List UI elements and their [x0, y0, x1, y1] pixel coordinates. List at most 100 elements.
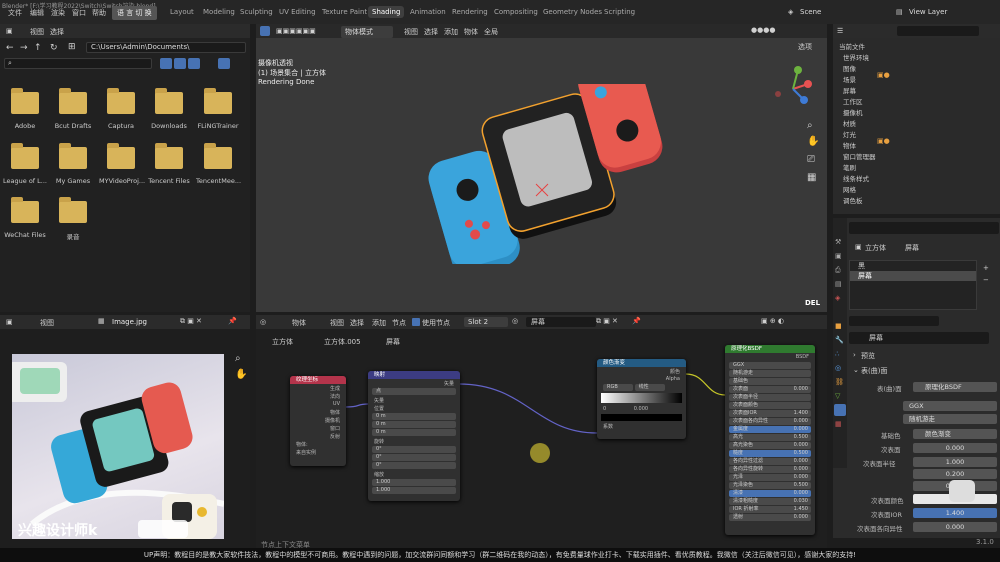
parent-dir-icon[interactable]: ↑	[34, 43, 42, 53]
bsdf-input-row[interactable]: 次表面 0.000	[729, 386, 811, 393]
back-arrow-icon[interactable]: ←	[6, 43, 14, 53]
vp-menu-add[interactable]: 添加	[444, 27, 458, 37]
node-input[interactable]: 矢量	[368, 396, 460, 404]
scene-name[interactable]: Scene	[800, 8, 821, 16]
outliner-item[interactable]: 物体	[843, 140, 856, 150]
location-x[interactable]: 0 m	[372, 413, 456, 420]
rotation-z[interactable]: 0°	[372, 462, 456, 469]
subsurface-method-dropdown[interactable]: 随机游走	[729, 370, 811, 377]
tab-scripting[interactable]: Scripting	[600, 6, 639, 18]
editor-type-icon[interactable]: ▣	[6, 318, 13, 326]
color-ramp-node[interactable]: 颜色渐变 颜色 Alpha RGB 线性 0 0.000 系数	[597, 359, 686, 439]
breadcrumb-material[interactable]: 屏幕	[905, 243, 919, 253]
outliner-item[interactable]: 工作区	[843, 96, 863, 106]
texture-coordinate-node[interactable]: 纹理坐标 生成 法向 UV 物体 摄像机 窗口 反射 物体: 来自实例	[290, 376, 346, 466]
bsdf-input-row[interactable]: 高光染色 0.000	[729, 442, 811, 449]
select-tool-icon[interactable]	[260, 26, 270, 36]
folder-item[interactable]: Tencent Files	[147, 143, 191, 185]
output-tab-icon[interactable]: ⎙	[835, 266, 841, 275]
principled-bsdf-node[interactable]: 原理化BSDF BSDF GGX 随机游走 基础色 次表面 0.000 次表面半径 次表…	[725, 345, 815, 535]
node-output[interactable]: 矢量	[368, 379, 460, 387]
filter-search-input[interactable]: ⌕	[4, 58, 152, 69]
outliner-item[interactable]: 场景	[843, 74, 856, 84]
data-tab-icon[interactable]: ▽	[835, 392, 840, 400]
modifier-tab-icon[interactable]: 🔧	[835, 336, 844, 344]
folder-item[interactable]: Bcut Drafts	[51, 88, 95, 130]
3d-viewport[interactable]: ▣▣▣▣▣▣ 物体模式 视图 选择 添加 物体 全局 ●●●● 选项 摄像机透视…	[256, 24, 827, 312]
node-output[interactable]: UV	[290, 400, 346, 408]
distribution-dropdown[interactable]: GGX	[729, 362, 811, 369]
language-switch-button[interactable]: 语 言 切 换	[112, 6, 157, 20]
outliner-root[interactable]: 当前文件	[839, 41, 865, 51]
tab-sculpting[interactable]: Sculpting	[236, 6, 277, 18]
tool-tab-icon[interactable]: ⚒	[835, 238, 841, 246]
node-output[interactable]: 颜色	[597, 367, 686, 375]
object-tab-icon[interactable]: ■	[835, 322, 842, 330]
mapping-node[interactable]: 映射 矢量 点 矢量 位置 0 m 0 m 0 m 旋转 0° 0° 0° 缩放…	[368, 371, 460, 501]
outliner-item[interactable]: 窗口管理器	[843, 151, 876, 161]
vp-menu-object[interactable]: 物体	[464, 27, 478, 37]
zoom-icon[interactable]: ⌕	[807, 120, 813, 131]
distribution-dropdown[interactable]: GGX	[903, 401, 997, 411]
tab-rendering[interactable]: Rendering	[448, 6, 492, 18]
folder-item[interactable]: FLiNGTrainer	[196, 88, 240, 130]
fb-menu-select[interactable]: 选择	[50, 27, 64, 37]
surface-section[interactable]: 表(曲)面	[861, 366, 887, 376]
rotation-y[interactable]: 0°	[372, 454, 456, 461]
outliner-item[interactable]: 屏幕	[843, 85, 856, 95]
folder-item[interactable]: MYVideoProj...	[99, 143, 145, 185]
thumbnail-view-icon[interactable]	[160, 58, 172, 69]
node-input[interactable]: 系数	[597, 422, 686, 430]
outliner-search-input[interactable]	[897, 26, 979, 36]
breadcrumb-object[interactable]: 立方体	[865, 243, 886, 253]
pin-icon[interactable]: 📌	[228, 317, 237, 325]
folder-item[interactable]: Captura	[99, 88, 143, 130]
tab-uv-editing[interactable]: UV Editing	[275, 6, 320, 18]
material-slot-selected[interactable]: 屏幕	[850, 271, 976, 281]
preview-chevron-icon[interactable]: ›	[853, 351, 856, 359]
slot-filter-input[interactable]	[849, 316, 939, 326]
bsdf-input-row[interactable]: 各向异性过滤 0.000	[729, 458, 811, 465]
surface-chevron-icon[interactable]: ⌄	[853, 366, 859, 374]
menu-window[interactable]: 窗口	[72, 8, 86, 18]
color-mode-dropdown[interactable]: RGB	[603, 384, 633, 391]
subsurface-radius-x[interactable]: 1.000	[913, 457, 997, 467]
image-actions-icons[interactable]: ⧉ ▣ ✕	[180, 317, 202, 326]
outliner-item[interactable]: 图像	[843, 63, 856, 73]
menu-help[interactable]: 帮助	[92, 8, 106, 18]
material-slot[interactable]: 黑	[850, 261, 976, 271]
bsdf-input-row[interactable]: 次表面IOR 1.400	[729, 410, 811, 417]
ie-menu-view[interactable]: 视图	[40, 318, 54, 328]
interpolation-dropdown[interactable]: 线性	[634, 384, 665, 391]
folder-item[interactable]: Adobe	[3, 88, 47, 130]
folder-item[interactable]: Downloads	[147, 88, 191, 130]
scale-y[interactable]: 1.000	[372, 487, 456, 494]
zoom-icon[interactable]: ⌕	[235, 353, 241, 364]
folder-item[interactable]: League of L...	[3, 143, 47, 185]
stop-position[interactable]: 0.000	[634, 406, 648, 412]
outliner-item[interactable]: 摄像机	[843, 107, 863, 117]
object-mode-dropdown[interactable]: 物体模式	[341, 26, 393, 38]
scale-x[interactable]: 1.000	[372, 479, 456, 486]
outliner-item[interactable]: 材质	[843, 118, 856, 128]
refresh-icon[interactable]: ↻	[50, 43, 58, 53]
image-browse-icon[interactable]: ▦	[98, 317, 105, 325]
stop-index[interactable]: 0	[603, 406, 606, 412]
scene-tab-icon[interactable]: ◈	[835, 294, 840, 302]
bsdf-input-row[interactable]: 光泽染色 0.500	[729, 482, 811, 489]
node-output[interactable]: Alpha	[597, 375, 686, 383]
bsdf-input-row[interactable]: IOR 折射率 1.450	[729, 506, 811, 513]
bsdf-input-row[interactable]: 透射 0.000	[729, 514, 811, 521]
location-y[interactable]: 0 m	[372, 421, 456, 428]
node-output[interactable]: 法向	[290, 392, 346, 400]
transform-orientation-dropdown[interactable]: 全局	[484, 27, 498, 37]
gradient-bar[interactable]	[601, 393, 682, 403]
node-output[interactable]: 窗口	[290, 424, 346, 432]
vp-menu-select[interactable]: 选择	[424, 27, 438, 37]
node-output[interactable]: 摄像机	[290, 416, 346, 424]
outliner-item[interactable]: 调色板	[843, 195, 863, 205]
forward-arrow-icon[interactable]: →	[20, 43, 28, 53]
pan-hand-icon[interactable]: ✋	[235, 369, 247, 380]
vp-menu-view[interactable]: 视图	[404, 27, 418, 37]
outliner-item[interactable]: 灯光	[843, 129, 856, 139]
